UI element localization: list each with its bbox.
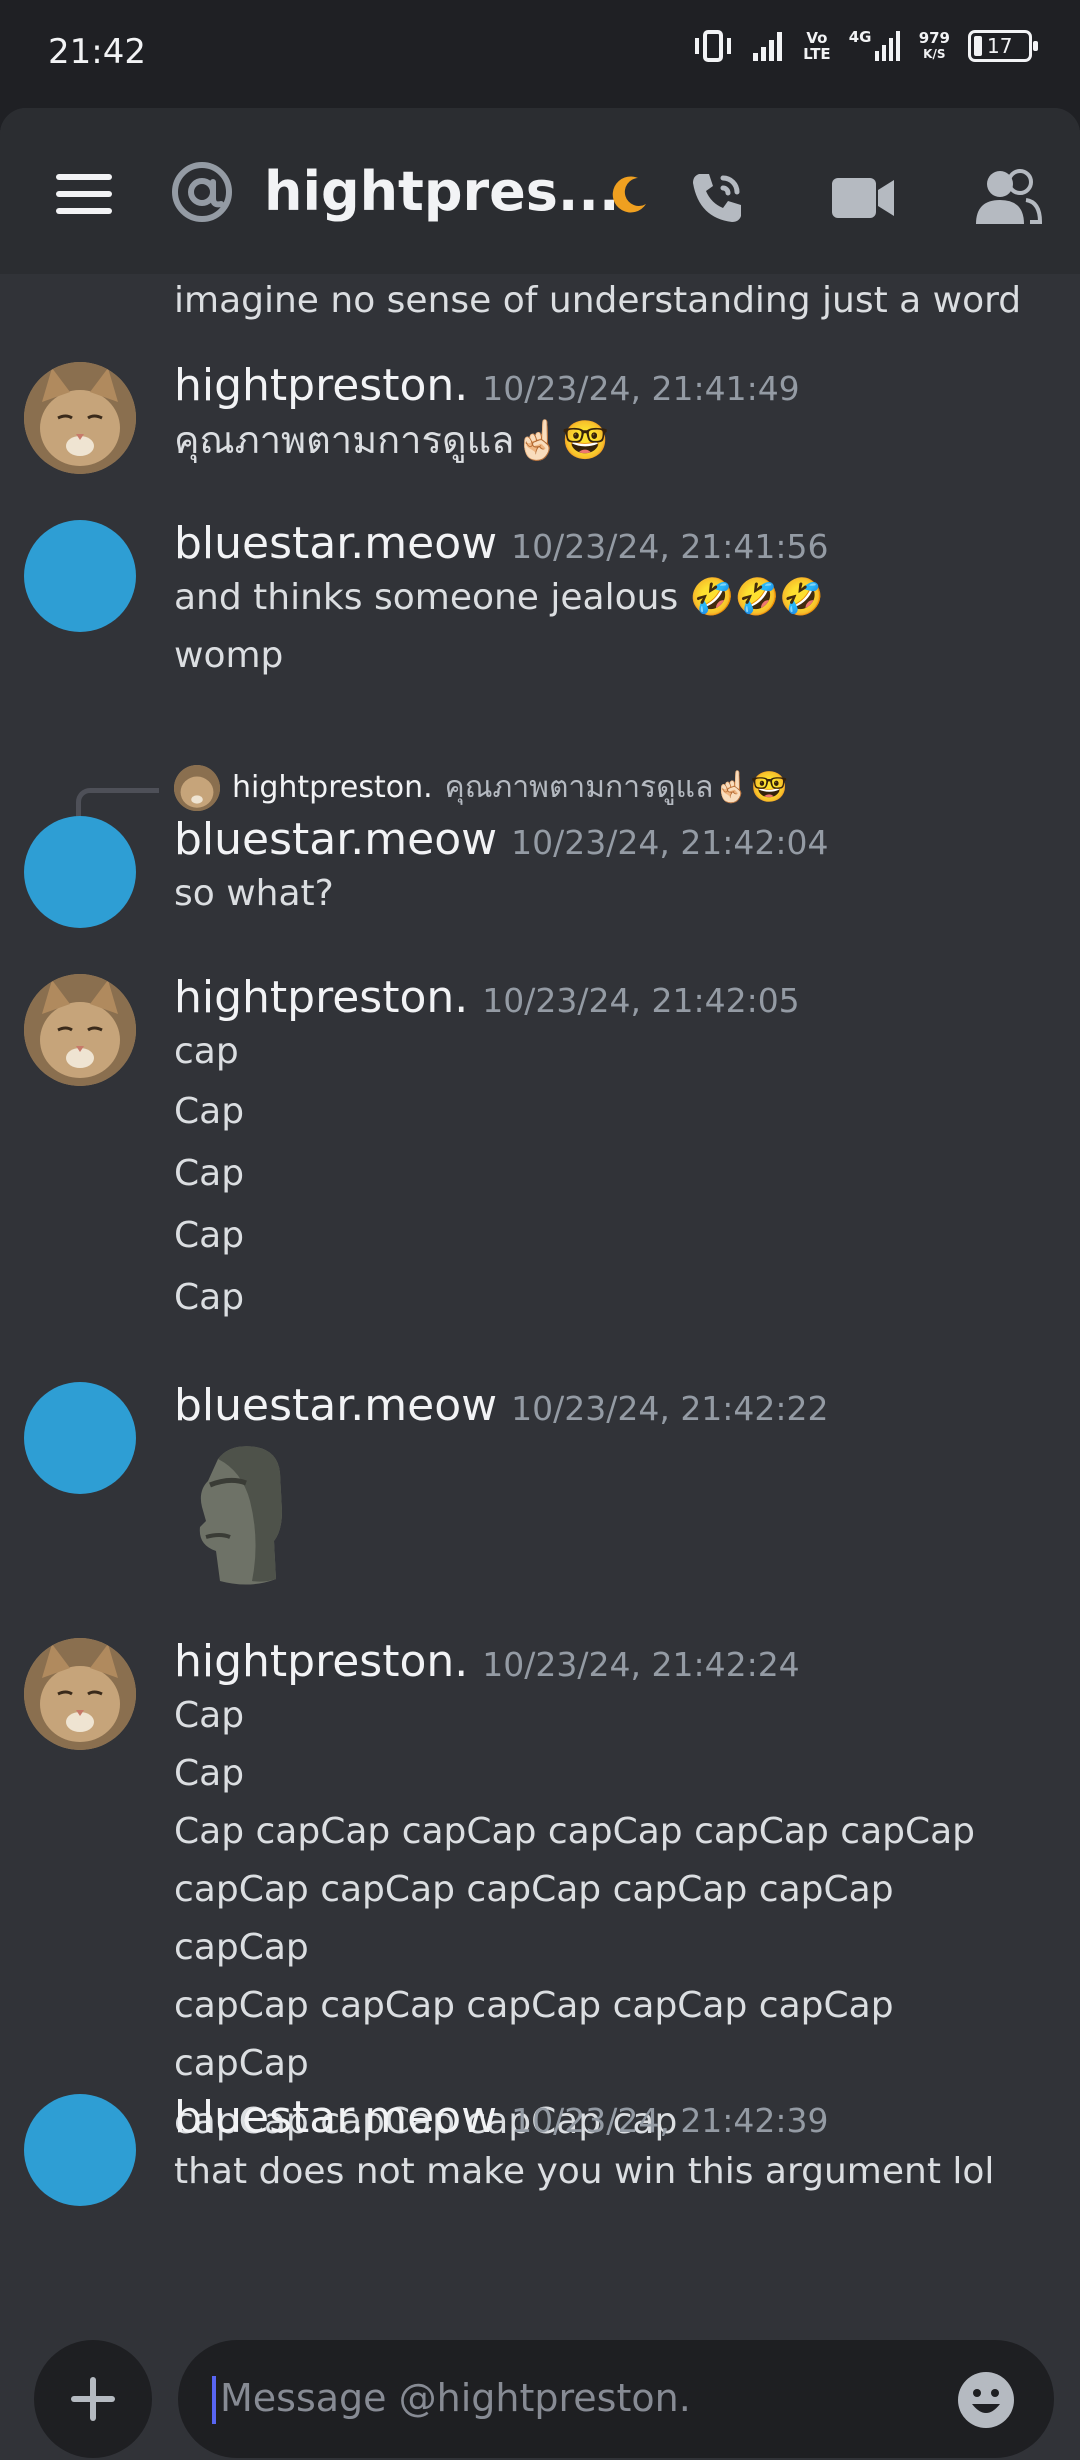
battery-level: 17 [987, 34, 1013, 58]
timestamp: 10/23/24, 21:42:22 [511, 1389, 829, 1428]
message-text: cap [174, 1031, 239, 1072]
username[interactable]: bluestar.meow [174, 814, 497, 865]
avatar[interactable] [24, 974, 136, 1086]
vibrate-icon [695, 30, 732, 62]
members-icon[interactable] [974, 168, 1042, 228]
moai-emoji[interactable] [190, 1441, 300, 1591]
add-attachment-button[interactable] [34, 2340, 152, 2458]
battery-icon: 17 [968, 30, 1038, 62]
moon-icon [612, 176, 646, 213]
timestamp: 10/23/24, 21:41:56 [511, 527, 829, 566]
menu-icon[interactable] [56, 174, 112, 214]
net-speed: 979 K/S [919, 30, 950, 62]
signal-4g: 4G [849, 29, 901, 63]
composer: Message @hightpreston. [0, 2340, 1080, 2460]
signal-icon-2 [874, 31, 900, 61]
timestamp: 10/23/24, 21:42:05 [482, 981, 800, 1020]
message-text: and thinks someone jealous 🤣🤣🤣 [174, 577, 825, 618]
reply-text: คุณภาพตามการดูแล☝🏻🤓 [444, 770, 789, 805]
message-text: Cap [174, 1215, 245, 1256]
message-text: Cap [174, 1277, 245, 1318]
dm-screen: hightpres... imagine no sense of underst… [0, 108, 1080, 2460]
cat-avatar-image [24, 974, 136, 1086]
avatar[interactable] [24, 816, 136, 928]
channel-header: hightpres... [0, 108, 1080, 274]
username[interactable]: hightpreston. [174, 1636, 468, 1687]
message-list[interactable]: imagine no sense of understanding just a… [0, 274, 1080, 2364]
avatar[interactable] [24, 1382, 136, 1494]
reply-preview[interactable]: hightpreston. คุณภาพตามการดูแล☝🏻🤓 [174, 764, 788, 811]
signal-icon [753, 32, 783, 61]
timestamp: 10/23/24, 21:42:24 [482, 1645, 800, 1684]
message-placeholder: Message @hightpreston. [220, 2376, 691, 2420]
message-text: คุณภาพตามการดูแล☝🏻🤓 [174, 418, 610, 462]
avatar[interactable] [24, 362, 136, 474]
timestamp: 10/23/24, 21:42:04 [511, 823, 829, 862]
message-text: capCap capCap capCap capCap capCap capCa… [174, 1869, 905, 1968]
avatar[interactable] [24, 520, 136, 632]
username[interactable]: hightpreston. [174, 360, 468, 411]
username[interactable]: hightpreston. [174, 972, 468, 1023]
call-icon[interactable] [685, 166, 749, 230]
net-label: 4G [848, 28, 872, 46]
speed-value: 979 [918, 29, 950, 47]
video-icon[interactable] [830, 172, 896, 224]
timestamp: 10/23/24, 21:41:49 [482, 369, 800, 408]
status-time: 21:42 [48, 32, 146, 72]
message-text: capCap capCap capCap capCap capCap capCa… [174, 1985, 905, 2084]
message-text: Cap [174, 1153, 245, 1194]
message-text: Cap [174, 1753, 245, 1794]
message-text: womp [174, 635, 284, 676]
username[interactable]: bluestar.meow [174, 1380, 497, 1431]
speed-unit: K/S [923, 47, 946, 61]
status-bar: 21:42 Vo LTE 4G 979 K/S 17 [0, 0, 1080, 108]
at-icon [172, 162, 232, 222]
avatar[interactable] [24, 1638, 136, 1750]
channel-title[interactable]: hightpres... [264, 160, 619, 223]
cat-avatar-image [24, 362, 136, 474]
timestamp: 10/23/24, 21:42:39 [511, 2101, 829, 2140]
reply-avatar [174, 764, 220, 811]
message-text: so what? [174, 873, 334, 914]
username[interactable]: bluestar.meow [174, 518, 497, 569]
reply-username: hightpreston. [232, 770, 433, 805]
plus-icon [71, 2377, 115, 2421]
message-text: that does not make you win this argument… [174, 2151, 995, 2192]
message-text: Cap [174, 1695, 245, 1736]
message-text: Cap capCap capCap capCap capCap capCap [174, 1811, 976, 1852]
text-caret [212, 2376, 216, 2424]
status-icons: Vo LTE 4G 979 K/S 17 [693, 28, 1038, 64]
message-text: imagine no sense of understanding just a… [174, 280, 1022, 321]
username[interactable]: bluestar.meow [174, 2092, 497, 2143]
message-input[interactable]: Message @hightpreston. [178, 2340, 1054, 2458]
avatar[interactable] [24, 2094, 136, 2206]
volte-label: Vo LTE [803, 29, 831, 63]
message-text: Cap [174, 1091, 245, 1132]
emoji-picker-icon[interactable] [956, 2370, 1016, 2430]
cat-avatar-image [24, 1638, 136, 1750]
